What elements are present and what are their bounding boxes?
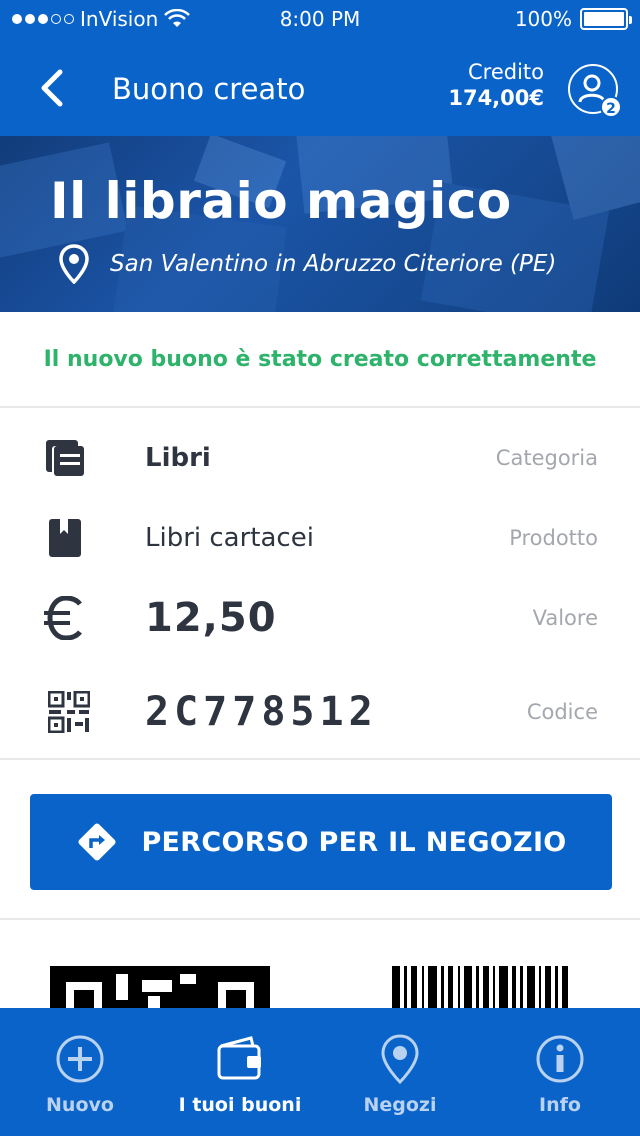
detail-row-category: Libri Categoria: [0, 418, 640, 498]
voucher-codes-area: [0, 920, 640, 1010]
nav-header: Buono creato Credito 174,00€ 2: [0, 40, 640, 136]
profile-badge: 2: [600, 96, 622, 118]
wallet-icon: [217, 1036, 261, 1080]
map-pin-icon: [381, 1034, 419, 1084]
page-title: Buono creato: [112, 72, 306, 106]
category-label: Categoria: [495, 446, 598, 470]
tab-label: Nuovo: [46, 1094, 114, 1116]
battery-percent: 100%: [514, 7, 572, 31]
route-to-shop-button[interactable]: PERCORSO PER IL NEGOZIO: [30, 794, 612, 890]
credit-value: 174,00€: [448, 86, 544, 110]
chevron-left-icon: [41, 69, 63, 107]
tab-negozi[interactable]: Negozi: [320, 1008, 480, 1136]
voucher-value: 12,50: [145, 595, 277, 641]
plus-circle-icon: [56, 1035, 104, 1083]
status-bar: InVision 8:00 PM 100%: [0, 0, 640, 40]
shop-address: San Valentino in Abruzzo Citeriore (PE): [110, 251, 557, 277]
value-label: Valore: [532, 606, 598, 630]
euro-icon: [44, 596, 82, 640]
success-message: Il nuovo buono è stato creato correttame…: [0, 312, 640, 408]
qr-code-icon: [48, 691, 90, 733]
product-value: Libri cartacei: [145, 523, 314, 553]
tab-bar: Nuovo I tuoi buoni Negozi Info: [0, 1008, 640, 1136]
tab-label: Info: [539, 1094, 581, 1116]
divider: [0, 758, 640, 760]
tab-info[interactable]: Info: [480, 1008, 640, 1136]
detail-row-code: 2C778512 Codice: [0, 672, 640, 752]
back-button[interactable]: [28, 64, 76, 112]
voucher-code: 2C778512: [145, 689, 378, 735]
shop-name: Il libraio magico: [50, 172, 512, 230]
barcode-image: [392, 966, 568, 1010]
books-icon: [46, 440, 84, 476]
tab-i-tuoi-buoni[interactable]: I tuoi buoni: [160, 1008, 320, 1136]
category-value: Libri: [145, 443, 211, 473]
tab-label: Negozi: [363, 1094, 437, 1116]
tab-label: I tuoi buoni: [178, 1094, 302, 1116]
code-label: Codice: [526, 700, 598, 724]
info-icon: [536, 1035, 584, 1083]
location-pin-icon: [59, 244, 89, 284]
qr-code-image: [50, 966, 270, 1010]
book-icon: [49, 519, 81, 557]
battery-status: 100%: [514, 7, 632, 31]
shop-hero: Il libraio magico San Valentino in Abruz…: [0, 136, 640, 312]
profile-button[interactable]: 2: [568, 64, 622, 118]
credit-label: Credito: [467, 60, 544, 84]
credit-display: Credito 174,00€: [448, 60, 544, 110]
product-label: Prodotto: [509, 526, 598, 550]
directions-icon: [78, 823, 117, 861]
battery-icon: [580, 8, 632, 30]
shop-location: San Valentino in Abruzzo Citeriore (PE): [58, 244, 556, 284]
route-button-label: PERCORSO PER IL NEGOZIO: [141, 826, 567, 858]
detail-row-value: 12,50 Valore: [0, 578, 640, 658]
detail-row-product: Libri cartacei Prodotto: [0, 498, 640, 578]
tab-nuovo[interactable]: Nuovo: [0, 1008, 160, 1136]
